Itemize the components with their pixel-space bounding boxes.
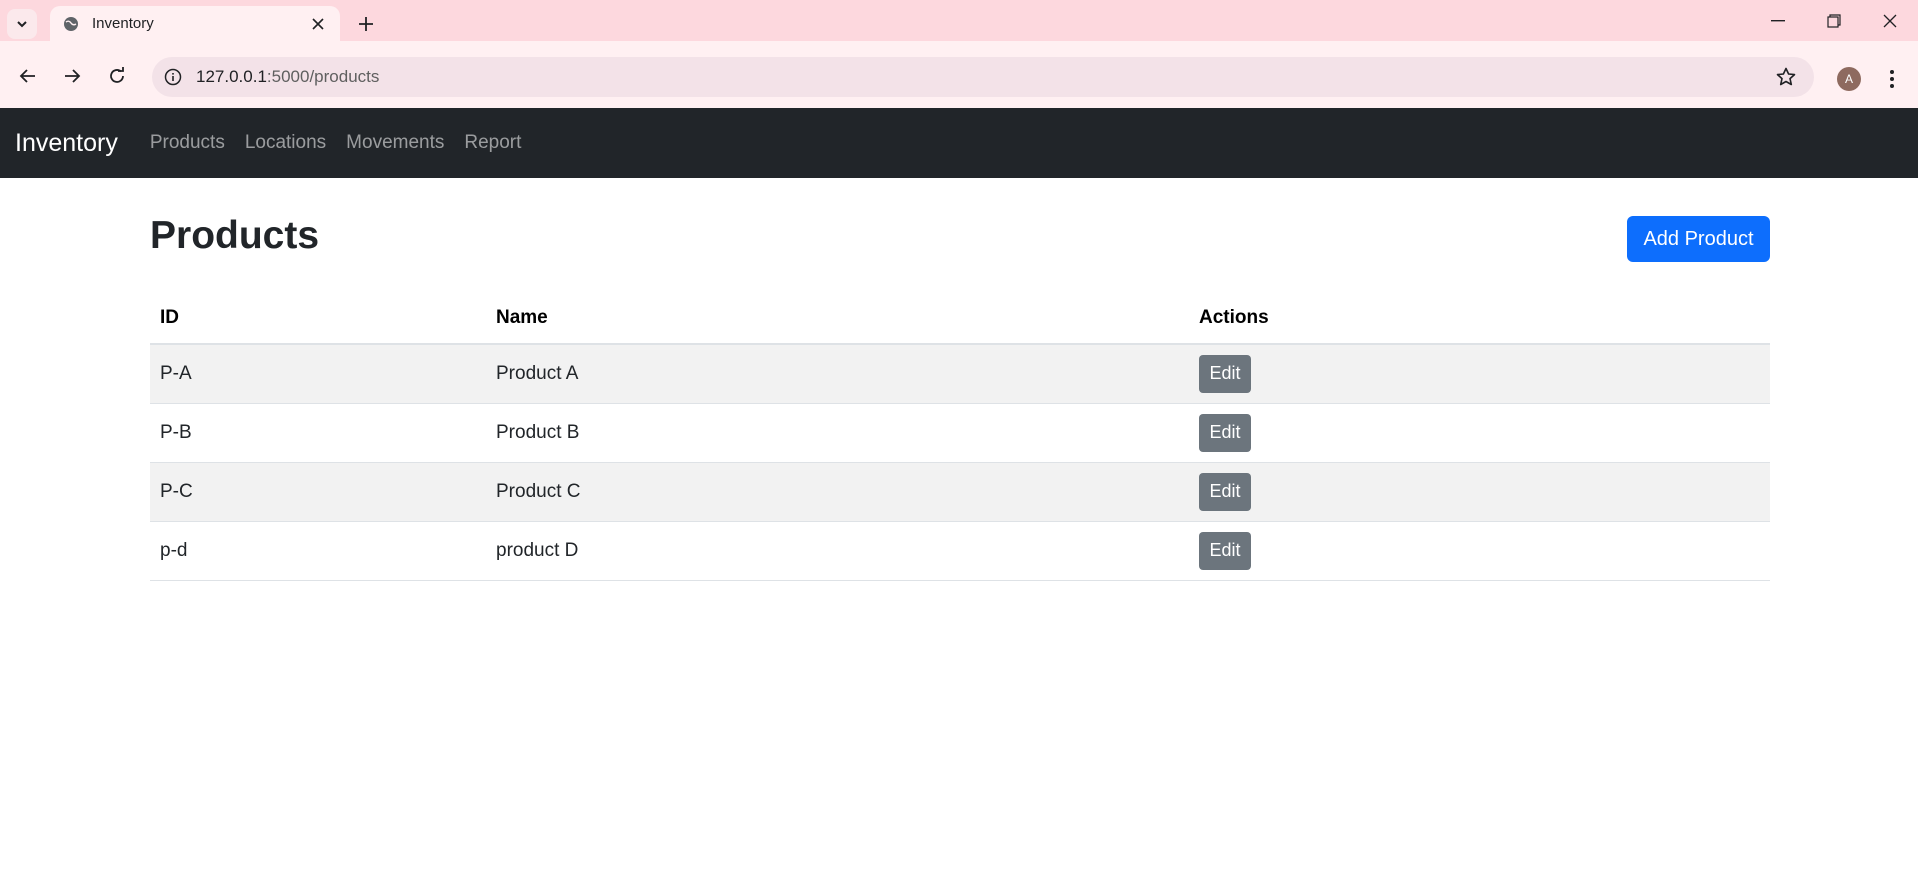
reload-icon[interactable]	[101, 60, 133, 92]
restore-icon[interactable]	[1806, 0, 1862, 41]
edit-button[interactable]: Edit	[1199, 413, 1251, 452]
url-host: 127.0.0.1	[196, 67, 267, 86]
cell-id: P-A	[150, 344, 486, 404]
tab-search-button[interactable]	[7, 9, 37, 39]
cell-actions: Edit	[1189, 403, 1770, 463]
table-row: P-C Product C Edit	[150, 462, 1770, 522]
nav-item-locations[interactable]: Locations	[245, 132, 326, 154]
add-product-button[interactable]: Add Product	[1627, 216, 1770, 262]
column-header-name: Name	[486, 292, 1189, 345]
new-tab-icon[interactable]	[352, 10, 380, 38]
more-menu-icon[interactable]	[1878, 65, 1906, 93]
cell-name: Product A	[486, 344, 1189, 404]
cell-id: P-C	[150, 462, 486, 522]
address-bar[interactable]: 127.0.0.1:5000/products	[152, 57, 1814, 97]
tab-title: Inventory	[92, 15, 154, 32]
close-window-icon[interactable]	[1862, 0, 1918, 41]
browser-tab[interactable]: Inventory	[50, 6, 340, 41]
browser-toolbar: 127.0.0.1:5000/products A	[0, 41, 1918, 108]
site-info-icon[interactable]	[162, 66, 184, 88]
page-title: Products	[150, 214, 320, 257]
chevron-down-icon	[17, 21, 27, 28]
globe-icon	[62, 15, 80, 33]
column-header-actions: Actions	[1189, 292, 1770, 345]
table-row: P-A Product A Edit	[150, 344, 1770, 404]
products-table: ID Name Actions P-A Product A Edit P-B P…	[150, 292, 1770, 581]
edit-button[interactable]: Edit	[1199, 354, 1251, 393]
url-text[interactable]: 127.0.0.1:5000/products	[196, 67, 1772, 87]
brand-link[interactable]: Inventory	[15, 129, 118, 158]
cell-name: product D	[486, 521, 1189, 581]
app-navbar: Inventory Products Locations Movements R…	[0, 108, 1918, 178]
nav-item-products[interactable]: Products	[150, 132, 225, 154]
minimize-icon[interactable]	[1750, 0, 1806, 41]
close-tab-icon[interactable]	[306, 12, 330, 36]
url-path: :5000/products	[266, 67, 380, 86]
nav-item-report[interactable]: Report	[464, 132, 521, 154]
table-header-row: ID Name Actions	[150, 292, 1770, 345]
cell-actions: Edit	[1189, 462, 1770, 522]
table-row: P-B Product B Edit	[150, 403, 1770, 463]
edit-button[interactable]: Edit	[1199, 472, 1251, 511]
edit-button[interactable]: Edit	[1199, 531, 1251, 570]
cell-name: Product B	[486, 403, 1189, 463]
nav-item-movements[interactable]: Movements	[346, 132, 444, 154]
column-header-id: ID	[150, 292, 486, 345]
cell-actions: Edit	[1189, 344, 1770, 404]
profile-avatar[interactable]: A	[1837, 67, 1861, 91]
bookmark-star-icon[interactable]	[1772, 63, 1800, 91]
browser-tabbar: Inventory	[0, 0, 1918, 41]
cell-actions: Edit	[1189, 521, 1770, 581]
forward-arrow-icon[interactable]	[56, 60, 88, 92]
cell-name: Product C	[486, 462, 1189, 522]
cell-id: P-B	[150, 403, 486, 463]
nav-links: Products Locations Movements Report	[130, 132, 522, 154]
back-arrow-icon[interactable]	[12, 60, 44, 92]
table-row: p-d product D Edit	[150, 521, 1770, 581]
cell-id: p-d	[150, 521, 486, 581]
